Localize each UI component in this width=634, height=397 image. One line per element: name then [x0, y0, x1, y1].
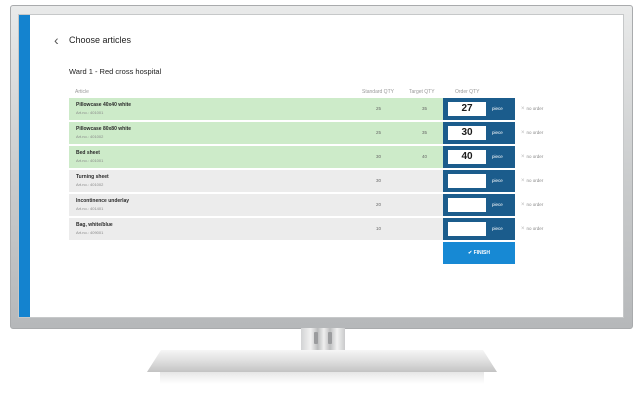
close-icon: × — [521, 106, 525, 112]
article-name: Pillowcase 40x40 white — [76, 102, 132, 108]
no-order-button[interactable]: × no order — [521, 130, 543, 136]
table-row: Turning sheet Art.no.: 401002 30 — [69, 170, 443, 192]
no-order-button[interactable]: × no order — [521, 106, 543, 112]
unit-label: piece — [492, 106, 503, 111]
target-qty: 35 — [422, 130, 428, 135]
standard-qty: 30 — [376, 154, 382, 159]
standard-qty: 25 — [376, 106, 382, 111]
article-name: Pillowcase 80x80 white — [76, 126, 132, 132]
target-qty: 40 — [422, 154, 428, 159]
app-screen: ‹ Choose articles Ward 1 - Red cross hos… — [18, 14, 624, 318]
order-qty-input[interactable] — [448, 198, 486, 212]
order-cell: piece — [443, 98, 515, 120]
monitor-neck — [301, 328, 345, 352]
article-name: Bag, white/blue — [76, 222, 113, 228]
order-cell: piece — [443, 122, 515, 144]
column-header-target-qty: Target QTY — [409, 89, 435, 95]
unit-label: piece — [492, 154, 503, 159]
target-qty: 35 — [422, 106, 428, 111]
table-row: Pillowcase 40x40 white Art.no.: 401001 2… — [69, 98, 443, 120]
order-cell: piece — [443, 194, 515, 216]
column-header-article: Article — [75, 89, 89, 95]
order-cell: piece — [443, 146, 515, 168]
order-qty-input[interactable] — [448, 174, 486, 188]
no-order-button[interactable]: × no order — [521, 202, 543, 208]
close-icon: × — [521, 130, 525, 136]
table-row: Bed sheet Art.no.: 401001 30 40 — [69, 146, 443, 168]
article-number: Art.no.: 409001 — [76, 230, 104, 235]
article-name: Bed sheet — [76, 150, 100, 156]
standard-qty: 10 — [376, 226, 382, 231]
finish-button[interactable]: ✔ FINISH — [443, 242, 515, 264]
monitor-base-reflection — [160, 372, 484, 384]
close-icon: × — [521, 226, 525, 232]
article-name: Incontinence underlay — [76, 198, 130, 204]
page-title: Choose articles — [69, 35, 132, 45]
article-number: Art.no.: 401401 — [76, 206, 104, 211]
standard-qty: 30 — [376, 178, 382, 183]
article-number: Art.no.: 401002 — [76, 134, 104, 139]
standard-qty: 20 — [376, 202, 382, 207]
unit-label: piece — [492, 202, 503, 207]
ward-title: Ward 1 - Red cross hospital — [69, 67, 162, 76]
close-icon: × — [521, 202, 525, 208]
order-cell: piece — [443, 218, 515, 240]
column-header-standard-qty: Standard QTY — [362, 89, 394, 95]
close-icon: × — [521, 178, 525, 184]
unit-label: piece — [492, 226, 503, 231]
table-row: Bag, white/blue Art.no.: 409001 10 — [69, 218, 443, 240]
accent-bar — [19, 15, 30, 317]
unit-label: piece — [492, 130, 503, 135]
order-qty-input[interactable] — [448, 150, 486, 164]
monitor-base — [147, 350, 497, 372]
article-name: Turning sheet — [76, 174, 109, 180]
no-order-button[interactable]: × no order — [521, 154, 543, 160]
order-qty-input[interactable] — [448, 222, 486, 236]
order-qty-input[interactable] — [448, 102, 486, 116]
unit-label: piece — [492, 178, 503, 183]
no-order-button[interactable]: × no order — [521, 226, 543, 232]
column-header-order-qty: Order QTY — [455, 89, 480, 95]
order-cell: piece — [443, 170, 515, 192]
no-order-button[interactable]: × no order — [521, 178, 543, 184]
table-row: Pillowcase 80x80 white Art.no.: 401002 2… — [69, 122, 443, 144]
article-number: Art.no.: 401001 — [76, 110, 104, 115]
article-number: Art.no.: 401001 — [76, 158, 104, 163]
article-number: Art.no.: 401002 — [76, 182, 104, 187]
close-icon: × — [521, 154, 525, 160]
chevron-left-icon[interactable]: ‹ — [54, 33, 59, 47]
table-row: Incontinence underlay Art.no.: 401401 20 — [69, 194, 443, 216]
standard-qty: 25 — [376, 130, 382, 135]
order-qty-input[interactable] — [448, 126, 486, 140]
